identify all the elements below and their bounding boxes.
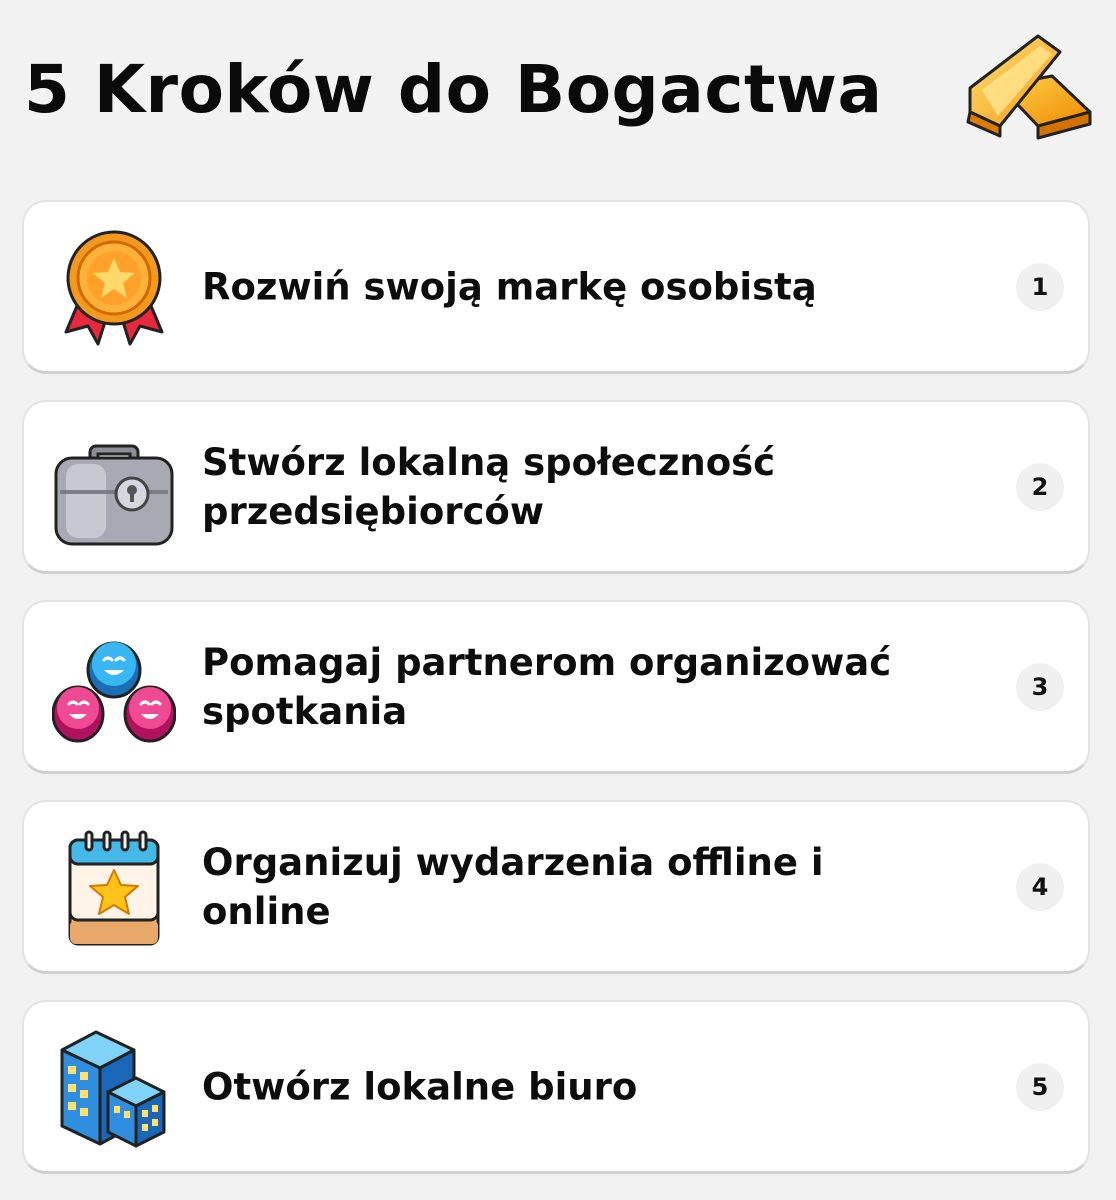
step-card-4[interactable]: Organizuj wydarzenia offline i online 4 [22,800,1090,974]
header: 5 Kroków do Bogactwa [0,0,1116,190]
step-label: Otwórz lokalne biuro [202,1065,638,1108]
step-label: Organizuj wydarzenia offline i online [202,840,824,933]
office-buildings-icon [52,1028,176,1148]
step-label: Pomagaj partnerom organizować spotkania [202,640,892,733]
step-number-badge: 3 [1016,662,1064,711]
step-card-2[interactable]: Stwórz lokalną społeczność przedsiębiorc… [22,400,1090,574]
page-title: 5 Kroków do Bogactwa [24,51,883,128]
step-card-1[interactable]: Rozwiń swoją markę osobistą 1 [22,200,1090,374]
step-number-badge: 1 [1016,262,1064,311]
step-card-5[interactable]: Otwórz lokalne biuro 5 [22,1000,1090,1174]
people-group-icon [51,628,177,748]
medal-ribbon-icon [52,228,176,348]
step-label: Rozwiń swoją markę osobistą [202,265,817,308]
calendar-star-icon [52,828,176,948]
step-label: Stwórz lokalną społeczność przedsiębiorc… [202,440,776,533]
steps-list: Rozwiń swoją markę osobistą 1 Stwórz lok… [22,200,1094,1174]
briefcase-icon [52,428,176,548]
step-number-badge: 5 [1016,1062,1064,1111]
step-number-badge: 4 [1016,862,1064,911]
step-card-3[interactable]: Pomagaj partnerom organizować spotkania … [22,600,1090,774]
step-number-badge: 2 [1016,462,1064,511]
gold-bars-icon [960,28,1096,148]
